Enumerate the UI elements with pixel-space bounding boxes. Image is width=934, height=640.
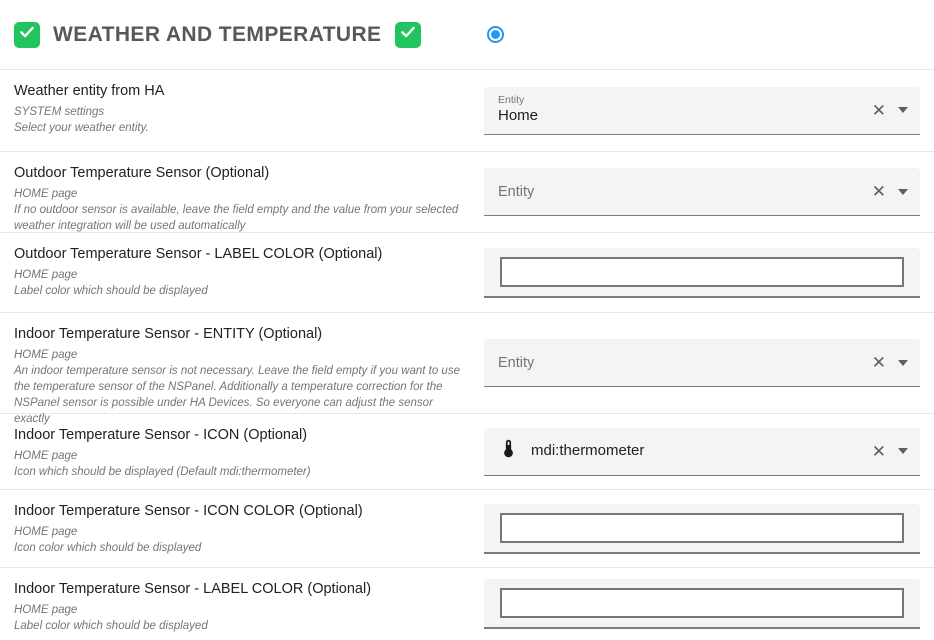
row-description: Icon which should be displayed (Default … (14, 464, 466, 480)
thermometer-icon (498, 438, 519, 464)
settings-row-outdoor-sensor: Outdoor Temperature Sensor (Optional) HO… (0, 152, 934, 233)
row-page: HOME page (14, 524, 466, 540)
row-page: HOME page (14, 602, 466, 618)
clear-icon[interactable]: ✕ (868, 181, 890, 202)
row-page: HOME page (14, 347, 466, 363)
section-title: WEATHER AND TEMPERATURE (53, 23, 381, 47)
clear-icon[interactable]: ✕ (868, 441, 890, 462)
settings-row-outdoor-label-color: Outdoor Temperature Sensor - LABEL COLOR… (0, 233, 934, 313)
row-label: Indoor Temperature Sensor - ICON (Option… (14, 427, 466, 443)
field-floating-label: Entity (498, 94, 868, 107)
chevron-down-icon[interactable] (898, 360, 908, 366)
indoor-icon-select[interactable]: mdi:thermometer ✕ (484, 428, 920, 476)
indoor-icon-color-input[interactable] (500, 513, 904, 543)
indoor-label-color-fieldwrap (484, 579, 920, 629)
row-page: HOME page (14, 186, 466, 202)
radio-dot-icon (491, 30, 500, 39)
row-label: Indoor Temperature Sensor - LABEL COLOR … (14, 581, 466, 597)
row-label: Outdoor Temperature Sensor (Optional) (14, 165, 466, 181)
clear-icon[interactable]: ✕ (868, 100, 890, 121)
clear-icon[interactable]: ✕ (868, 352, 890, 373)
section-radio[interactable] (487, 26, 504, 43)
settings-row-indoor-icon-color: Indoor Temperature Sensor - ICON COLOR (… (0, 490, 934, 568)
check-icon (399, 23, 417, 46)
settings-row-weather-entity: Weather entity from HA SYSTEM settings S… (0, 70, 934, 152)
row-description: Select your weather entity. (14, 120, 466, 136)
section-header: WEATHER AND TEMPERATURE (0, 0, 934, 70)
outdoor-label-color-input[interactable] (500, 257, 904, 287)
settings-page: WEATHER AND TEMPERATURE Weather entity f… (0, 0, 934, 640)
row-page: HOME page (14, 448, 466, 464)
indoor-label-color-input[interactable] (500, 588, 904, 618)
settings-row-indoor-icon: Indoor Temperature Sensor - ICON (Option… (0, 414, 934, 490)
chevron-down-icon[interactable] (898, 189, 908, 195)
section-checkbox-right[interactable] (395, 22, 421, 48)
row-label: Indoor Temperature Sensor - ENTITY (Opti… (14, 326, 466, 342)
row-label: Outdoor Temperature Sensor - LABEL COLOR… (14, 246, 466, 262)
chevron-down-icon[interactable] (898, 107, 908, 113)
chevron-down-icon[interactable] (898, 448, 908, 454)
row-label: Indoor Temperature Sensor - ICON COLOR (… (14, 503, 466, 519)
field-value: Home (498, 107, 868, 126)
row-description: If no outdoor sensor is available, leave… (14, 202, 466, 234)
weather-entity-select[interactable]: Entity Home ✕ (484, 87, 920, 135)
row-description: Icon color which should be displayed (14, 540, 466, 556)
outdoor-label-color-fieldwrap (484, 248, 920, 298)
outdoor-entity-select[interactable]: Entity ✕ (484, 168, 920, 216)
row-page: SYSTEM settings (14, 104, 466, 120)
indoor-icon-color-fieldwrap (484, 504, 920, 554)
check-icon (18, 23, 36, 46)
indoor-entity-select[interactable]: Entity ✕ (484, 339, 920, 387)
field-placeholder: Entity (498, 184, 868, 200)
settings-row-indoor-entity: Indoor Temperature Sensor - ENTITY (Opti… (0, 313, 934, 414)
field-value: mdi:thermometer (531, 442, 644, 461)
field-placeholder: Entity (498, 355, 868, 371)
row-label: Weather entity from HA (14, 83, 466, 99)
row-page: HOME page (14, 267, 466, 283)
settings-row-indoor-label-color: Indoor Temperature Sensor - LABEL COLOR … (0, 568, 934, 640)
row-description: Label color which should be displayed (14, 283, 466, 299)
row-description: Label color which should be displayed (14, 618, 466, 634)
section-checkbox-left[interactable] (14, 22, 40, 48)
